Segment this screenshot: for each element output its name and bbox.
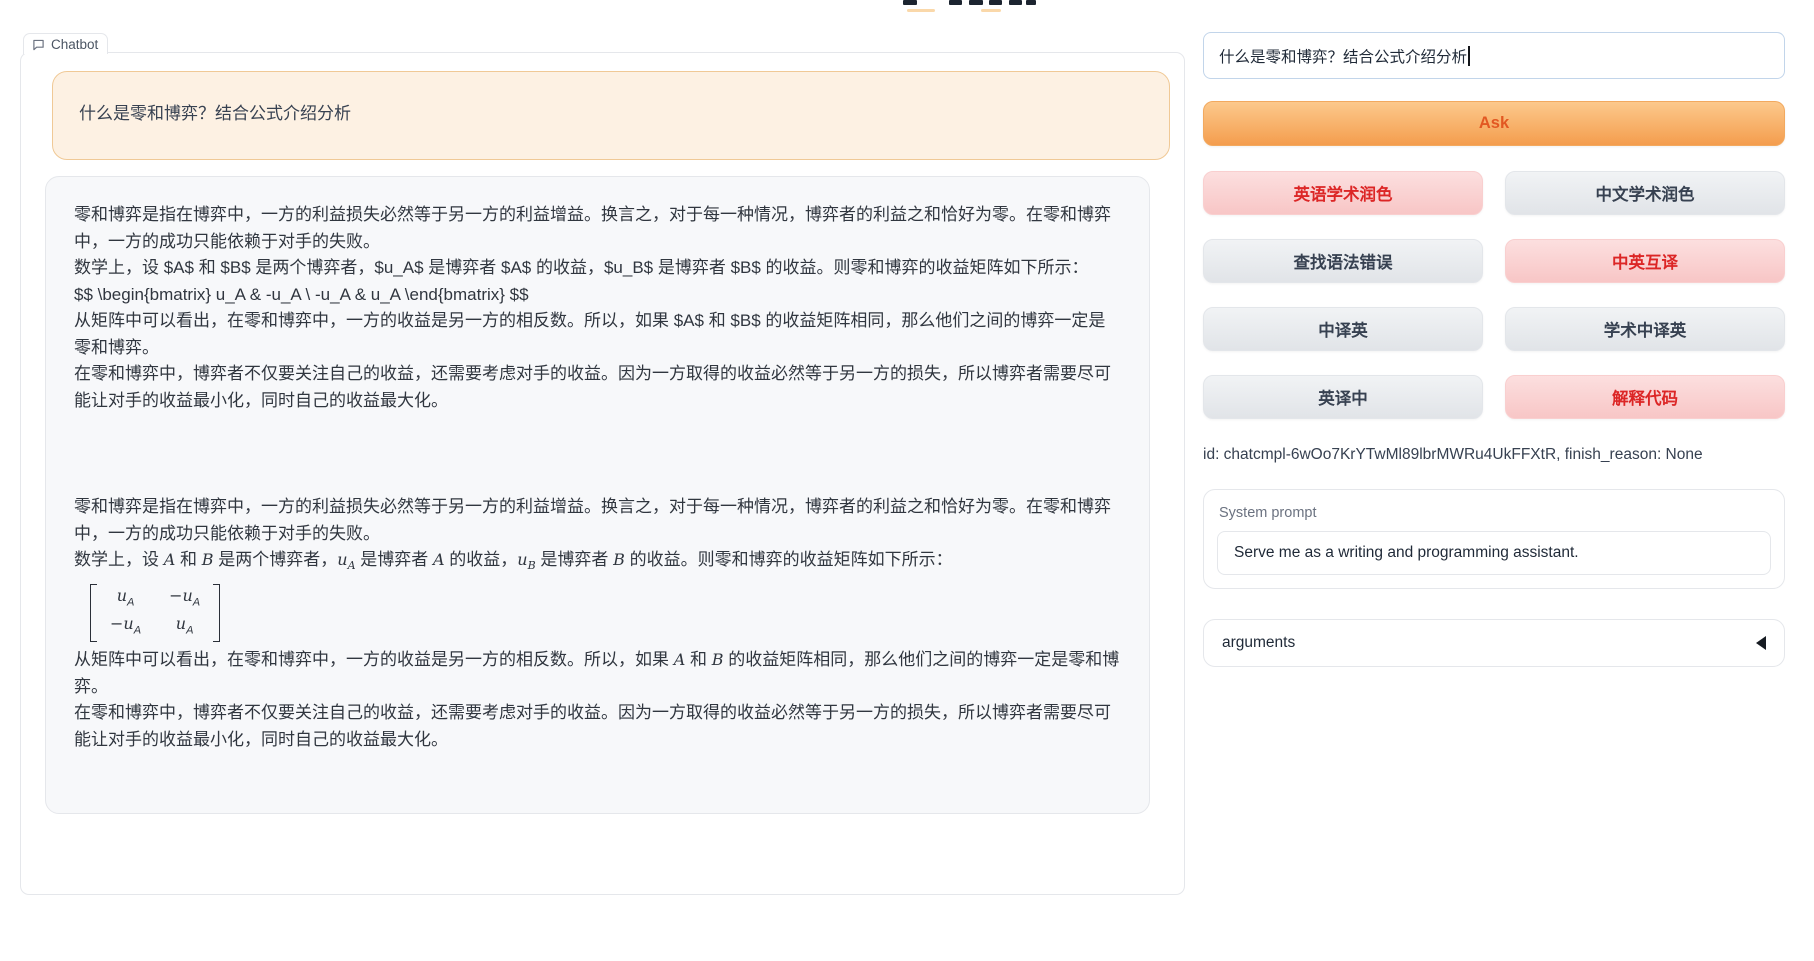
chatbot-panel-label-text: Chatbot [51, 37, 98, 52]
control-column: 什么是零和博弈？结合公式介绍分析 Ask 英语学术润色 中文学术润色 查找语法错… [1203, 20, 1785, 667]
chatbot-panel: Chatbot 什么是零和博弈？结合公式介绍分析 零和博弈是指在博弈中，一方的利… [20, 52, 1185, 895]
accordion-collapsed-arrow-icon [1756, 636, 1766, 650]
matrix-cell: −uA [169, 585, 200, 613]
matrix-cell: −uA [110, 613, 141, 641]
bot-paragraph-raw-latex: $$ \begin{bmatrix} u_A & -u_A \ -u_A & u… [74, 282, 1121, 309]
btn-zh-to-en[interactable]: 中译英 [1203, 307, 1483, 351]
arguments-accordion[interactable]: arguments [1203, 619, 1785, 667]
bot-paragraph-rendered-3: 从矩阵中可以看出，在零和博弈中，一方的收益是另一方的相反数。所以，如果 A 和 … [74, 647, 1121, 700]
btn-zh-en-mutual-translate[interactable]: 中英互译 [1505, 239, 1785, 283]
system-prompt-value: Serve me as a writing and programming as… [1234, 544, 1579, 562]
chat-column: Chatbot 什么是零和博弈？结合公式介绍分析 零和博弈是指在博弈中，一方的利… [20, 20, 1185, 667]
chat-bubble-icon [32, 38, 45, 51]
bot-paragraph-raw-1: 零和博弈是指在博弈中，一方的利益损失必然等于另一方的利益增益。换言之，对于每一种… [74, 202, 1121, 255]
btn-chinese-academic-polish[interactable]: 中文学术润色 [1505, 171, 1785, 215]
btn-find-grammar-errors[interactable]: 查找语法错误 [1203, 239, 1483, 283]
user-message-text: 什么是零和博弈？结合公式介绍分析 [79, 104, 351, 123]
action-button-grid: 英语学术润色 中文学术润色 查找语法错误 中英互译 中译英 学术中译英 英译中 … [1203, 171, 1785, 419]
system-prompt-input[interactable]: Serve me as a writing and programming as… [1217, 531, 1771, 575]
matrix-right-bracket [213, 584, 220, 643]
bot-message: 零和博弈是指在博弈中，一方的利益损失必然等于另一方的利益增益。换言之，对于每一种… [45, 176, 1150, 814]
bot-paragraph-rendered-2: 数学上，设 A 和 B 是两个博弈者，uA 是博弈者 A 的收益，uB 是博弈者… [74, 547, 1121, 580]
bot-paragraph-rendered-1: 零和博弈是指在博弈中，一方的利益损失必然等于另一方的利益增益。换言之，对于每一种… [74, 494, 1121, 547]
text-cursor [1468, 46, 1470, 66]
system-prompt-label: System prompt [1217, 503, 1771, 531]
btn-english-academic-polish[interactable]: 英语学术润色 [1203, 171, 1483, 215]
bot-paragraph-rendered-4: 在零和博弈中，博弈者不仅要关注自己的收益，还需要考虑对手的收益。因为一方取得的收… [74, 700, 1121, 753]
matrix-left-bracket [90, 584, 97, 643]
ask-button[interactable]: Ask [1203, 101, 1785, 146]
bot-paragraph-raw-2: 数学上，设 $A$ 和 $B$ 是两个博弈者，$u_A$ 是博弈者 $A$ 的收… [74, 255, 1121, 282]
chatbot-panel-label: Chatbot [23, 33, 108, 54]
bot-paragraph-raw-3: 从矩阵中可以看出，在零和博弈中，一方的收益是另一方的相反数。所以，如果 $A$ … [74, 308, 1121, 361]
app-root: Chatbot 什么是零和博弈？结合公式介绍分析 零和博弈是指在博弈中，一方的利… [0, 0, 1814, 961]
matrix-cell: uA [176, 613, 194, 641]
btn-explain-code[interactable]: 解释代码 [1505, 375, 1785, 419]
response-status-line: id: chatcmpl-6wOo7KrYTwMl89lbrMWRu4UkFFX… [1203, 446, 1785, 464]
matrix-cell: uA [117, 585, 135, 613]
question-input[interactable]: 什么是零和博弈？结合公式介绍分析 [1203, 32, 1785, 79]
arguments-accordion-label: arguments [1222, 634, 1295, 652]
system-prompt-card: System prompt Serve me as a writing and … [1203, 489, 1785, 589]
matrix-cells: uA −uA −uA uA [97, 584, 213, 643]
btn-academic-zh-to-en[interactable]: 学术中译英 [1505, 307, 1785, 351]
message-gap [74, 414, 1121, 494]
clipped-page-title [903, 0, 1043, 14]
payoff-matrix: uA −uA −uA uA [90, 584, 220, 643]
main-layout: Chatbot 什么是零和博弈？结合公式介绍分析 零和博弈是指在博弈中，一方的利… [20, 20, 1785, 667]
question-input-value: 什么是零和博弈？结合公式介绍分析 [1219, 45, 1467, 67]
user-message: 什么是零和博弈？结合公式介绍分析 [52, 71, 1170, 160]
btn-en-to-zh[interactable]: 英译中 [1203, 375, 1483, 419]
bot-paragraph-raw-4: 在零和博弈中，博弈者不仅要关注自己的收益，还需要考虑对手的收益。因为一方取得的收… [74, 361, 1121, 414]
